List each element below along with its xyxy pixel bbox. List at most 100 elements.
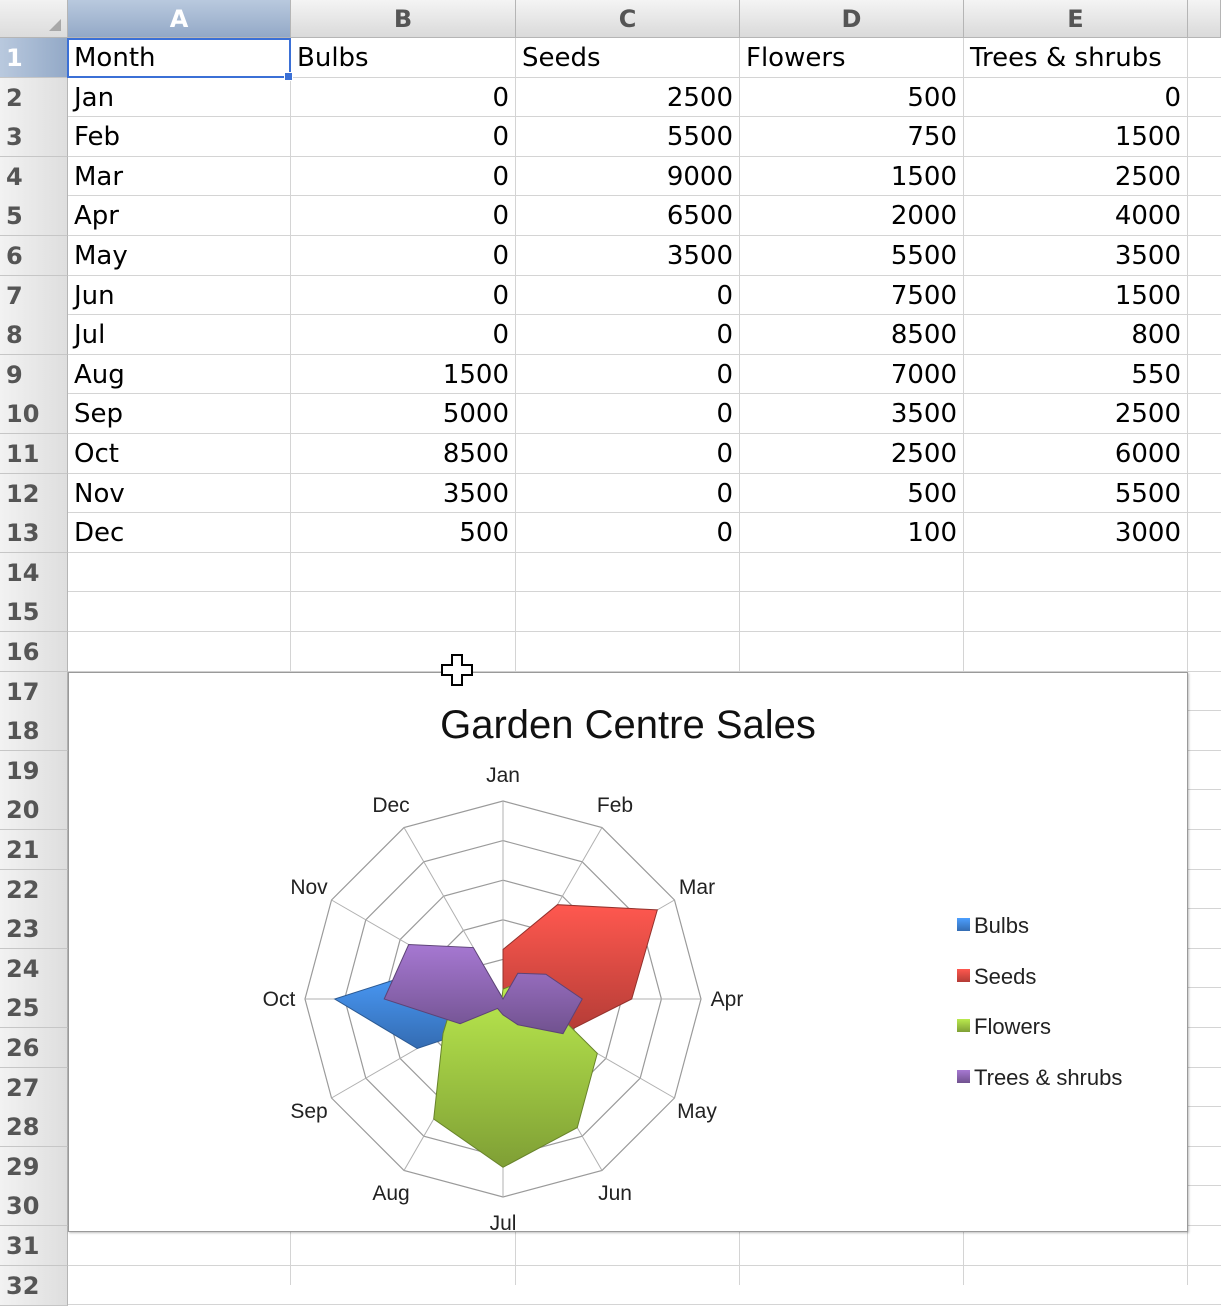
row-header-31[interactable]: 31 (0, 1226, 68, 1266)
row-header-19[interactable]: 19 (0, 750, 68, 791)
cell-a10[interactable]: Sep (68, 394, 291, 434)
cell-a12[interactable]: Nov (68, 474, 291, 514)
cell-c5[interactable]: 6500 (516, 196, 740, 236)
cell-b12[interactable]: 3500 (291, 474, 516, 514)
cell-c11[interactable]: 0 (516, 434, 740, 474)
row-header-22[interactable]: 22 (0, 869, 68, 910)
cell-d9[interactable]: 7000 (740, 355, 964, 395)
cell-b9[interactable]: 1500 (291, 355, 516, 395)
cell-c2[interactable]: 2500 (516, 78, 740, 118)
cell-c8[interactable]: 0 (516, 315, 740, 355)
row-header-14[interactable]: 14 (0, 552, 68, 593)
row-header-21[interactable]: 21 (0, 830, 68, 870)
cell-e2[interactable]: 0 (964, 78, 1188, 118)
row-header-13[interactable]: 13 (0, 513, 68, 554)
cell-b10[interactable]: 5000 (291, 394, 516, 434)
cell-b8[interactable]: 0 (291, 315, 516, 355)
cell-e6[interactable]: 3500 (964, 236, 1188, 276)
row-header-29[interactable]: 29 (0, 1146, 68, 1187)
row-header-7[interactable]: 7 (0, 275, 68, 316)
cell-e11[interactable]: 6000 (964, 434, 1188, 474)
row-header-11[interactable]: 11 (0, 434, 68, 474)
cell-c13[interactable]: 0 (516, 513, 740, 553)
fill-handle[interactable] (284, 72, 293, 81)
cell-d10[interactable]: 3500 (740, 394, 964, 434)
row-header-26[interactable]: 26 (0, 1028, 68, 1068)
cell-c6[interactable]: 3500 (516, 236, 740, 276)
row-header-10[interactable]: 10 (0, 394, 68, 435)
cell-e9[interactable]: 550 (964, 355, 1188, 395)
row-header-20[interactable]: 20 (0, 790, 68, 831)
cell-b2[interactable]: 0 (291, 78, 516, 118)
cell-b6[interactable]: 0 (291, 236, 516, 276)
row-header-2[interactable]: 2 (0, 77, 68, 118)
cell-b5[interactable]: 0 (291, 196, 516, 236)
row-header-9[interactable]: 9 (0, 354, 68, 395)
row-header-25[interactable]: 25 (0, 988, 68, 1029)
cell-d13[interactable]: 100 (740, 513, 964, 553)
cell-e10[interactable]: 2500 (964, 394, 1188, 434)
cell-a2[interactable]: Jan (68, 78, 291, 118)
cell-a8[interactable]: Jul (68, 315, 291, 355)
column-header-c[interactable]: C (516, 0, 740, 38)
cell-d8[interactable]: 8500 (740, 315, 964, 355)
cell-a4[interactable]: Mar (68, 157, 291, 197)
cell-c1[interactable]: Seeds (516, 38, 740, 78)
row-header-23[interactable]: 23 (0, 909, 68, 950)
column-header-next[interactable] (1188, 0, 1221, 38)
cell-a5[interactable]: Apr (68, 196, 291, 236)
row-header-12[interactable]: 12 (0, 473, 68, 514)
cell-b11[interactable]: 8500 (291, 434, 516, 474)
row-header-3[interactable]: 3 (0, 117, 68, 158)
cell-a3[interactable]: Feb (68, 117, 291, 157)
cell-a7[interactable]: Jun (68, 276, 291, 316)
row-header-15[interactable]: 15 (0, 592, 68, 633)
cell-c4[interactable]: 9000 (516, 157, 740, 197)
radar-chart[interactable]: Garden Centre Sales Jan Feb Mar Apr May Jun Ju… (68, 672, 1188, 1232)
cell-c9[interactable]: 0 (516, 355, 740, 395)
cell-e1[interactable]: Trees & shrubs (964, 38, 1188, 78)
row-header-18[interactable]: 18 (0, 711, 68, 752)
cell-e4[interactable]: 2500 (964, 157, 1188, 197)
column-header-b[interactable]: B (291, 0, 516, 38)
cell-a11[interactable]: Oct (68, 434, 291, 474)
cell-a6[interactable]: May (68, 236, 291, 276)
cell-e7[interactable]: 1500 (964, 276, 1188, 316)
select-all-corner[interactable] (0, 0, 68, 38)
column-header-e[interactable]: E (964, 0, 1188, 38)
row-header-17[interactable]: 17 (0, 671, 68, 712)
cell-d4[interactable]: 1500 (740, 157, 964, 197)
cell-d11[interactable]: 2500 (740, 434, 964, 474)
cell-e13[interactable]: 3000 (964, 513, 1188, 553)
cell-c7[interactable]: 0 (516, 276, 740, 316)
cell-b13[interactable]: 500 (291, 513, 516, 553)
cell-d12[interactable]: 500 (740, 474, 964, 514)
cell-b1[interactable]: Bulbs (291, 38, 516, 78)
row-header-1[interactable]: 1 (0, 38, 68, 78)
row-header-24[interactable]: 24 (0, 948, 68, 989)
row-header-16[interactable]: 16 (0, 632, 68, 672)
column-header-a[interactable]: A (68, 0, 291, 38)
cell-d7[interactable]: 7500 (740, 276, 964, 316)
cell-d3[interactable]: 750 (740, 117, 964, 157)
cell-b3[interactable]: 0 (291, 117, 516, 157)
cell-a9[interactable]: Aug (68, 355, 291, 395)
cell-c10[interactable]: 0 (516, 394, 740, 434)
cell-b4[interactable]: 0 (291, 157, 516, 197)
cell-e12[interactable]: 5500 (964, 474, 1188, 514)
cell-a13[interactable]: Dec (68, 513, 291, 553)
cell-d1[interactable]: Flowers (740, 38, 964, 78)
row-header-8[interactable]: 8 (0, 315, 68, 356)
cell-d2[interactable]: 500 (740, 78, 964, 118)
cell-e3[interactable]: 1500 (964, 117, 1188, 157)
cell-b7[interactable]: 0 (291, 276, 516, 316)
row-header-32[interactable]: 32 (0, 1265, 68, 1306)
row-header-4[interactable]: 4 (0, 156, 68, 197)
column-header-d[interactable]: D (740, 0, 964, 38)
row-header-30[interactable]: 30 (0, 1186, 68, 1227)
cell-d6[interactable]: 5500 (740, 236, 964, 276)
cell-c3[interactable]: 5500 (516, 117, 740, 157)
row-header-6[interactable]: 6 (0, 236, 68, 276)
row-header-27[interactable]: 27 (0, 1067, 68, 1108)
cell-e8[interactable]: 800 (964, 315, 1188, 355)
